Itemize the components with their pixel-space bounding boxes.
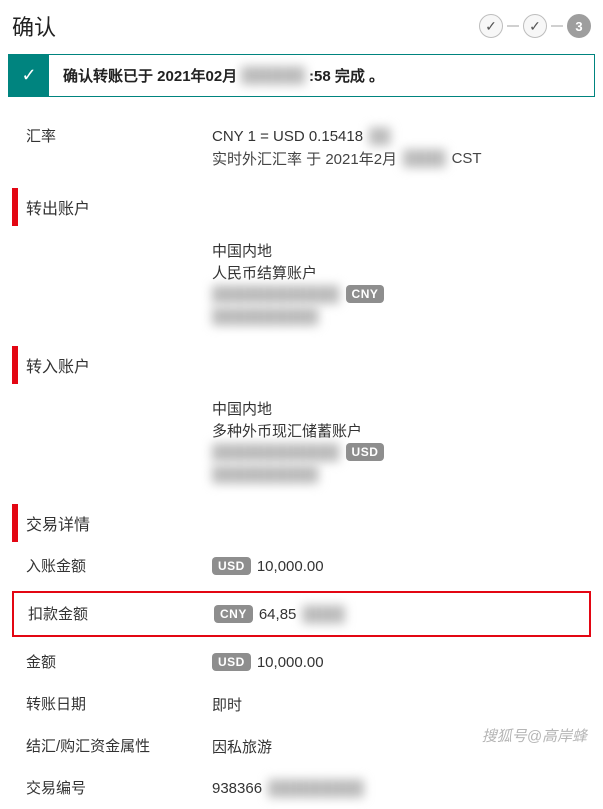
to-type: 多种外币现汇储蓄账户 — [212, 420, 362, 441]
success-text-suffix: :58 完成 。 — [309, 65, 384, 86]
credit-value: 10,000.00 — [257, 558, 324, 575]
transfer-date-row: 转账日期 即时 — [12, 683, 591, 725]
rate-line2-suffix: CST — [452, 150, 482, 167]
date-label: 转账日期 — [12, 693, 212, 714]
from-account-title: 转出账户 — [26, 195, 90, 219]
details-section: 交易详情 — [12, 501, 591, 545]
check-icon: ✓ — [9, 55, 49, 96]
redacted-text: ██████████ — [212, 308, 318, 325]
currency-badge: CNY — [214, 605, 253, 623]
redacted-text: ██████ — [241, 67, 305, 84]
currency-badge: USD — [346, 443, 385, 461]
page-title: 确认 — [12, 10, 56, 42]
txn-id-row: 交易编号 938366 █████████ — [12, 767, 591, 809]
page-header: 确认 3 — [8, 10, 595, 54]
currency-badge: USD — [212, 653, 251, 671]
credit-amount-row: 入账金额 USD 10,000.00 — [12, 545, 591, 587]
amount-label: 金额 — [12, 651, 212, 672]
amount-row: 金额 USD 10,000.00 — [12, 641, 591, 683]
redacted-text: ████ — [302, 606, 345, 623]
currency-badge: USD — [212, 557, 251, 575]
redacted-text: ██ — [369, 128, 390, 145]
debit-value-visible: 64,85 — [259, 606, 297, 623]
rate-label: 汇率 — [12, 125, 212, 146]
rate-value: CNY 1 = USD 0.15418 ██ 实时外汇汇率 于 2021年2月 … — [212, 125, 591, 169]
date-value: 即时 — [212, 694, 242, 715]
redacted-text: ████ — [403, 150, 446, 167]
debit-highlight-box: 扣款金额 CNY 64,85 ████ — [12, 591, 591, 637]
txn-label: 交易编号 — [12, 777, 212, 798]
amount-value: 10,000.00 — [257, 654, 324, 671]
content-body: 汇率 CNY 1 = USD 0.15418 ██ 实时外汇汇率 于 2021年… — [8, 115, 595, 809]
fund-nature-row: 结汇/购汇资金属性 因私旅游 — [12, 725, 591, 767]
to-account-row: 中国内地 多种外币现汇储蓄账户 ████████████ USD ███████… — [12, 387, 591, 495]
from-account-section: 转出账户 — [12, 185, 591, 229]
from-account-row: 中国内地 人民币结算账户 ████████████ CNY ██████████ — [12, 229, 591, 337]
debit-amount-row: 扣款金额 CNY 64,85 ████ — [14, 593, 589, 635]
rate-line1: CNY 1 = USD 0.15418 — [212, 128, 363, 145]
redacted-text: █████████ — [268, 780, 364, 797]
to-account-number: ████████████ — [212, 444, 340, 461]
success-banner: ✓ 确认转账已于 2021年02月 ██████ :58 完成 。 — [8, 54, 595, 97]
currency-badge: CNY — [346, 285, 385, 303]
to-account-section: 转入账户 — [12, 343, 591, 387]
exchange-rate-row: 汇率 CNY 1 = USD 0.15418 ██ 实时外汇汇率 于 2021年… — [12, 115, 591, 179]
section-marker — [12, 504, 18, 542]
step-indicator: 3 — [479, 14, 591, 38]
step-3-current: 3 — [567, 14, 591, 38]
credit-label: 入账金额 — [12, 555, 212, 576]
nature-value: 因私旅游 — [212, 736, 272, 757]
from-region: 中国内地 — [212, 240, 272, 261]
section-marker — [12, 188, 18, 226]
success-message: 确认转账已于 2021年02月 ██████ :58 完成 。 — [49, 55, 398, 96]
to-account-title: 转入账户 — [26, 353, 90, 377]
to-region: 中国内地 — [212, 398, 272, 419]
from-account-number: ████████████ — [212, 286, 340, 303]
step-1-done-icon — [479, 14, 503, 38]
step-connector — [551, 25, 563, 27]
txn-value-visible: 938366 — [212, 780, 262, 797]
step-2-done-icon — [523, 14, 547, 38]
success-text-prefix: 确认转账已于 2021年02月 — [63, 65, 237, 86]
debit-label: 扣款金额 — [14, 603, 214, 624]
section-marker — [12, 346, 18, 384]
redacted-text: ██████████ — [212, 466, 318, 483]
step-connector — [507, 25, 519, 27]
from-type: 人民币结算账户 — [212, 262, 317, 283]
rate-line2-prefix: 实时外汇汇率 于 2021年2月 — [212, 148, 397, 169]
nature-label: 结汇/购汇资金属性 — [12, 735, 212, 756]
details-title: 交易详情 — [26, 511, 90, 535]
